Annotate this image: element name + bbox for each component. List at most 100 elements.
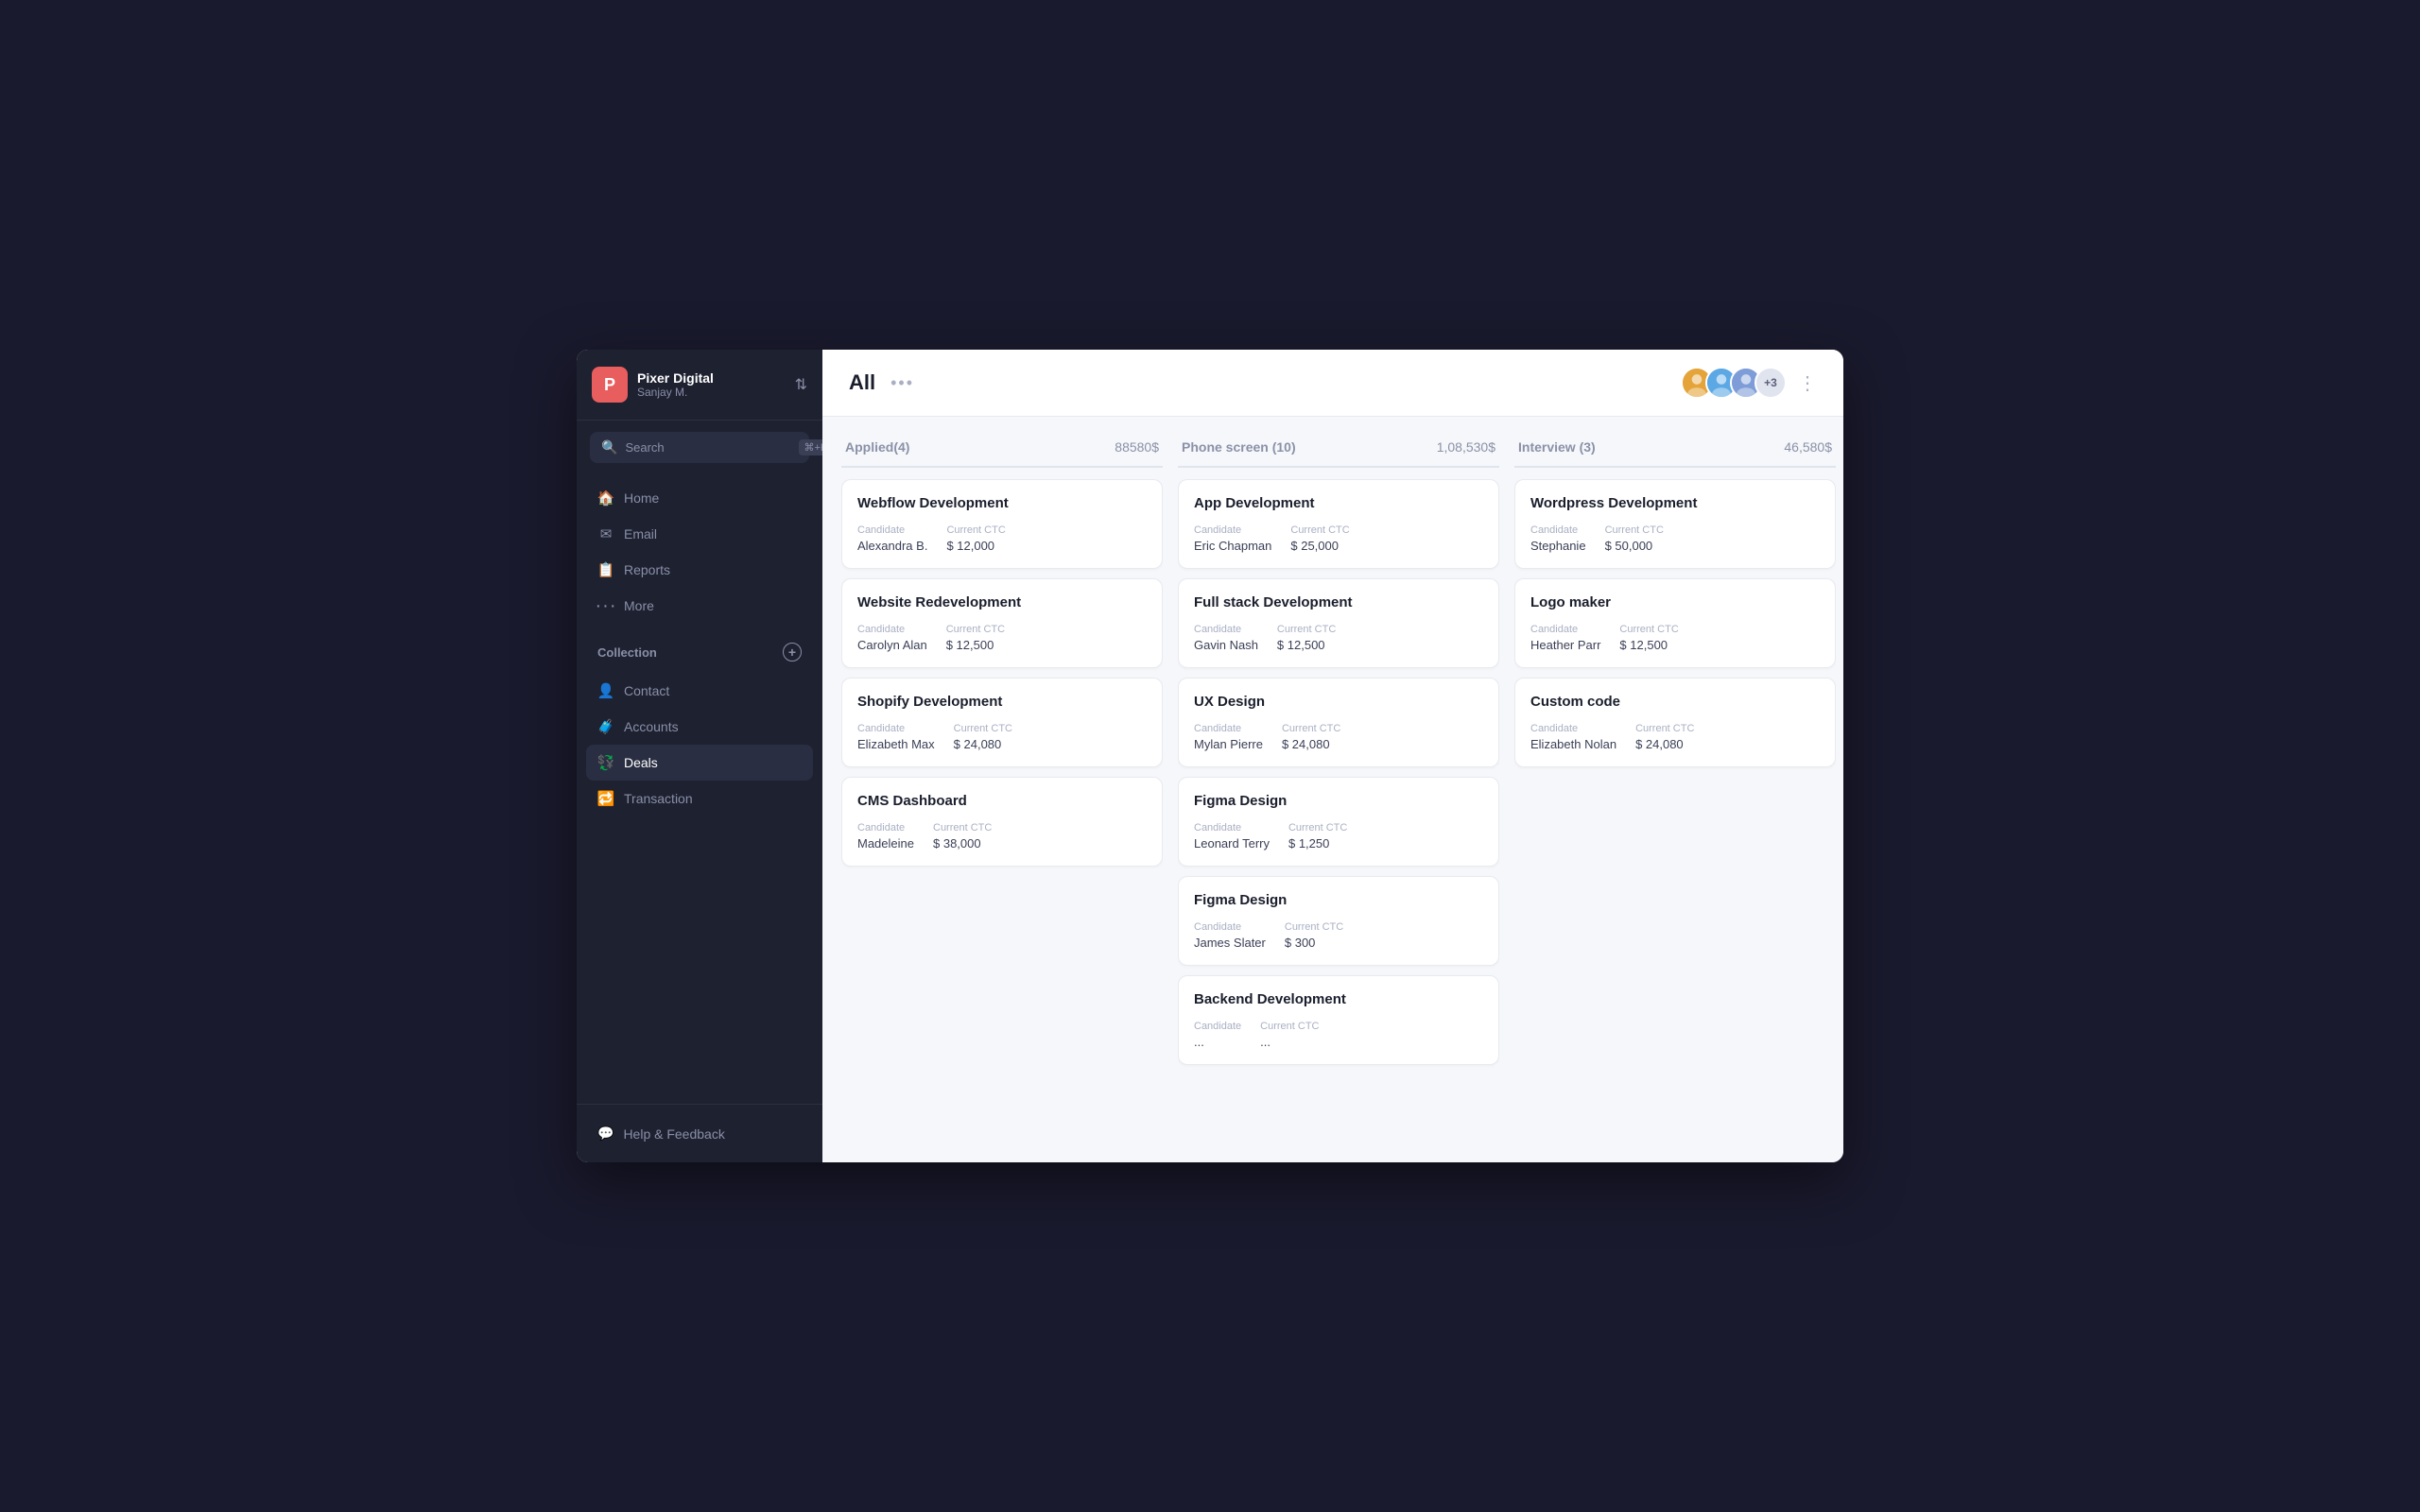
avatar-more: +3 — [1754, 367, 1787, 399]
sidebar: P Pixer Digital Sanjay M. ⇅ 🔍 ⌘+K 🏠 Home… — [577, 350, 822, 1162]
sidebar-bottom: 💬 Help & Feedback — [577, 1104, 822, 1162]
card-candidate-field: Candidate Carolyn Alan — [857, 624, 927, 652]
accounts-icon: 🧳 — [597, 718, 614, 735]
column-title: Phone screen (10) — [1182, 439, 1296, 455]
column-header-phone-screen: Phone screen (10) 1,08,530$ — [1178, 432, 1499, 468]
kanban-column-applied: Applied(4) 88580$ Webflow Development Ca… — [841, 432, 1163, 1147]
header-more-button[interactable]: ⋮ — [1798, 371, 1817, 395]
card-info: Candidate Elizabeth Nolan Current CTC $ … — [1530, 723, 1820, 751]
collection-nav: 👤 Contact 🧳 Accounts 💱 Deals 🔁 Transacti… — [577, 667, 822, 822]
header-dots-menu[interactable]: ••• — [890, 373, 914, 393]
deal-card[interactable]: Website Redevelopment Candidate Carolyn … — [841, 578, 1163, 668]
collection-label: Collection — [597, 645, 783, 660]
search-icon: 🔍 — [601, 439, 617, 455]
sidebar-item-label: Home — [624, 490, 659, 506]
card-ctc-field: Current CTC $ 300 — [1285, 921, 1343, 950]
kanban-board: Applied(4) 88580$ Webflow Development Ca… — [822, 417, 1843, 1162]
card-info: Candidate James Slater Current CTC $ 300 — [1194, 921, 1483, 950]
card-ctc-field: Current CTC $ 38,000 — [933, 822, 992, 850]
deal-card[interactable]: UX Design Candidate Mylan Pierre Current… — [1178, 678, 1499, 767]
card-candidate-field: Candidate Leonard Terry — [1194, 822, 1270, 850]
card-title: Backend Development — [1194, 991, 1483, 1007]
deal-card[interactable]: Figma Design Candidate James Slater Curr… — [1178, 876, 1499, 966]
card-candidate-field: Candidate Gavin Nash — [1194, 624, 1258, 652]
header-right: +3 ⋮ — [1681, 367, 1817, 399]
logo-badge: P — [592, 367, 628, 403]
main-content: All ••• +3 ⋮ — [822, 350, 1843, 1162]
column-title: Interview (3) — [1518, 439, 1596, 455]
sidebar-item-label: Deals — [624, 755, 658, 770]
deal-card[interactable]: CMS Dashboard Candidate Madeleine Curren… — [841, 777, 1163, 867]
sidebar-search[interactable]: 🔍 ⌘+K — [590, 432, 809, 463]
card-candidate-field: Candidate Stephanie — [1530, 524, 1586, 553]
card-candidate-field: Candidate Mylan Pierre — [1194, 723, 1263, 751]
card-title: Custom code — [1530, 694, 1820, 710]
help-feedback-item[interactable]: 💬 Help & Feedback — [586, 1116, 813, 1151]
sidebar-item-deals[interactable]: 💱 Deals — [586, 745, 813, 781]
card-ctc-field: Current CTC $ 12,500 — [1619, 624, 1678, 652]
card-title: App Development — [1194, 495, 1483, 511]
card-candidate-field: Candidate ... — [1194, 1021, 1241, 1049]
card-candidate-field: Candidate Eric Chapman — [1194, 524, 1271, 553]
company-user: Sanjay M. — [637, 386, 786, 399]
sidebar-item-reports[interactable]: 📋 Reports — [586, 552, 813, 588]
deal-card[interactable]: Wordpress Development Candidate Stephani… — [1514, 479, 1836, 569]
cards-container-phone-screen: App Development Candidate Eric Chapman C… — [1178, 479, 1499, 1147]
column-header-applied: Applied(4) 88580$ — [841, 432, 1163, 468]
card-ctc-field: Current CTC $ 24,080 — [954, 723, 1012, 751]
expand-icon[interactable]: ⇅ — [795, 375, 807, 394]
sidebar-item-accounts[interactable]: 🧳 Accounts — [586, 709, 813, 745]
main-header: All ••• +3 ⋮ — [822, 350, 1843, 417]
sidebar-header: P Pixer Digital Sanjay M. ⇅ — [577, 350, 822, 421]
transaction-icon: 🔁 — [597, 790, 614, 807]
deal-card[interactable]: Logo maker Candidate Heather Parr Curren… — [1514, 578, 1836, 668]
reports-icon: 📋 — [597, 561, 614, 578]
sidebar-item-contact[interactable]: 👤 Contact — [586, 673, 813, 709]
kanban-column-interview: Interview (3) 46,580$ Wordpress Developm… — [1514, 432, 1836, 1147]
card-ctc-field: Current CTC $ 12,000 — [946, 524, 1005, 553]
page-title: All — [849, 370, 875, 395]
card-title: Logo maker — [1530, 594, 1820, 610]
card-info: Candidate Gavin Nash Current CTC $ 12,50… — [1194, 624, 1483, 652]
card-title: Website Redevelopment — [857, 594, 1147, 610]
search-input[interactable] — [625, 440, 791, 455]
card-info: Candidate ... Current CTC ... — [1194, 1021, 1483, 1049]
card-candidate-field: Candidate Elizabeth Nolan — [1530, 723, 1616, 751]
sidebar-item-label: More — [624, 598, 654, 613]
card-title: Figma Design — [1194, 793, 1483, 809]
deal-card[interactable]: Full stack Development Candidate Gavin N… — [1178, 578, 1499, 668]
card-info: Candidate Leonard Terry Current CTC $ 1,… — [1194, 822, 1483, 850]
card-candidate-field: Candidate James Slater — [1194, 921, 1266, 950]
column-header-interview: Interview (3) 46,580$ — [1514, 432, 1836, 468]
deal-card[interactable]: Webflow Development Candidate Alexandra … — [841, 479, 1163, 569]
more-icon: ··· — [597, 597, 614, 614]
card-title: UX Design — [1194, 694, 1483, 710]
sidebar-item-home[interactable]: 🏠 Home — [586, 480, 813, 516]
sidebar-item-email[interactable]: ✉ Email — [586, 516, 813, 552]
card-ctc-field: Current CTC $ 12,500 — [1277, 624, 1336, 652]
card-candidate-field: Candidate Madeleine — [857, 822, 914, 850]
deal-card[interactable]: Custom code Candidate Elizabeth Nolan Cu… — [1514, 678, 1836, 767]
column-amount: 1,08,530$ — [1437, 439, 1495, 455]
help-icon: 💬 — [597, 1125, 614, 1142]
card-title: Full stack Development — [1194, 594, 1483, 610]
card-title: CMS Dashboard — [857, 793, 1147, 809]
home-icon: 🏠 — [597, 490, 614, 507]
sidebar-item-more[interactable]: ··· More — [586, 588, 813, 624]
company-name: Pixer Digital — [637, 370, 786, 386]
card-info: Candidate Stephanie Current CTC $ 50,000 — [1530, 524, 1820, 553]
column-amount: 88580$ — [1115, 439, 1159, 455]
sidebar-company: Pixer Digital Sanjay M. — [637, 370, 786, 399]
deal-card[interactable]: App Development Candidate Eric Chapman C… — [1178, 479, 1499, 569]
column-title: Applied(4) — [845, 439, 909, 455]
card-ctc-field: Current CTC $ 24,080 — [1282, 723, 1340, 751]
deal-card[interactable]: Backend Development Candidate ... Curren… — [1178, 975, 1499, 1065]
card-title: Figma Design — [1194, 892, 1483, 908]
collection-add-button[interactable]: + — [783, 643, 802, 662]
contact-icon: 👤 — [597, 682, 614, 699]
deal-card[interactable]: Shopify Development Candidate Elizabeth … — [841, 678, 1163, 767]
card-title: Shopify Development — [857, 694, 1147, 710]
email-icon: ✉ — [597, 525, 614, 542]
deal-card[interactable]: Figma Design Candidate Leonard Terry Cur… — [1178, 777, 1499, 867]
sidebar-item-transaction[interactable]: 🔁 Transaction — [586, 781, 813, 816]
